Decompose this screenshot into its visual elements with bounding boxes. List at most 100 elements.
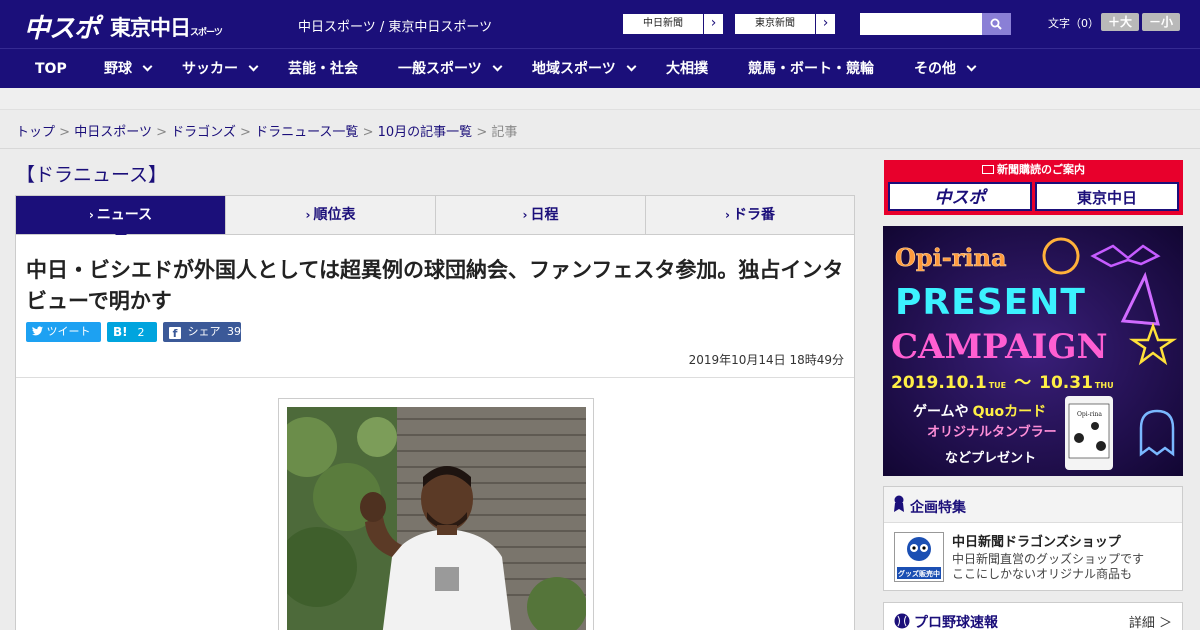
facebook-share-count: 39 bbox=[227, 325, 241, 338]
hatena-bookmark-button[interactable]: B! 2 bbox=[107, 322, 157, 342]
tokyo-logo-sub: スポーツ bbox=[190, 28, 223, 38]
ad-period-day1: TUE bbox=[989, 381, 1006, 390]
tweet-label: ツイート bbox=[46, 325, 91, 338]
tab-schedule-label: 日程 bbox=[530, 207, 559, 223]
breadcrumb-news-list[interactable]: ドラニュース一覧 bbox=[255, 125, 358, 140]
scores-detail-link[interactable]: 詳細 ＞ bbox=[1129, 612, 1172, 630]
ad-line-campaign: CAMPAIGN bbox=[891, 327, 1108, 367]
hatena-icon: B! bbox=[113, 325, 128, 339]
twitter-bird-icon bbox=[32, 326, 43, 336]
chevron-right-icon: › bbox=[815, 14, 835, 34]
facebook-icon: f bbox=[169, 327, 181, 340]
subscription-banner[interactable]: 新聞購読のご案内 中スポ 東京中日 bbox=[884, 160, 1183, 215]
breadcrumb-separator: > bbox=[59, 125, 71, 140]
feature-box: 企画特集 グッズ販売中 中日新聞ドラゴンズショップ 中日新聞直営のグッズショップ… bbox=[883, 486, 1183, 591]
tab-news[interactable]: › ニュース bbox=[16, 196, 226, 234]
search-button[interactable] bbox=[982, 13, 1011, 35]
subscribe-chuspo-logo[interactable]: 中スポ bbox=[888, 182, 1032, 211]
tab-schedule[interactable]: › 日程 bbox=[436, 196, 646, 234]
ad-period-start: 2019.10.1 bbox=[891, 373, 987, 393]
section-title: 【ドラニュース】 bbox=[16, 164, 168, 186]
chevron-right-icon: › bbox=[305, 208, 311, 222]
breadcrumb-separator: > bbox=[362, 125, 374, 140]
facebook-share-label: シェア bbox=[187, 325, 221, 338]
dragons-mascot-image: グッズ販売中 bbox=[895, 533, 943, 581]
hatena-count: 2 bbox=[137, 326, 145, 339]
tokyo-shimbun-link[interactable]: 東京新聞 › bbox=[734, 13, 836, 35]
article-photo[interactable] bbox=[287, 407, 586, 630]
chevron-right-icon: › bbox=[725, 208, 730, 222]
feature-item-title[interactable]: 中日新聞ドラゴンズショップ bbox=[952, 531, 1121, 550]
chevron-down-icon bbox=[966, 61, 977, 72]
nav-entertainment[interactable]: 芸能・社会 bbox=[288, 49, 358, 89]
breadcrumb-october[interactable]: 10月の記事一覧 bbox=[378, 125, 473, 140]
tokyo-logo-text: 東京中日 bbox=[110, 16, 191, 40]
breadcrumb-chuspo[interactable]: 中日スポーツ bbox=[74, 125, 152, 140]
font-smaller-button[interactable]: －小 bbox=[1142, 13, 1180, 31]
feature-desc-line2: ここにしかないオリジナル商品も bbox=[952, 567, 1133, 581]
header-spacer-band bbox=[0, 88, 1200, 110]
chevron-right-icon: › bbox=[703, 14, 723, 34]
tab-reporter[interactable]: › ドラ番 bbox=[646, 196, 854, 234]
chevron-down-icon bbox=[492, 61, 503, 72]
breadcrumb-dragons[interactable]: ドラゴンズ bbox=[171, 125, 236, 140]
ad-brand: Opi-rina bbox=[895, 243, 1007, 272]
nav-regional-sports-label: 地域スポーツ bbox=[532, 61, 616, 77]
chevron-right-icon: › bbox=[522, 208, 528, 222]
newspaper-icon bbox=[982, 165, 994, 174]
nav-top-label: TOP bbox=[35, 61, 67, 77]
nav-top[interactable]: TOP bbox=[35, 49, 67, 89]
dragons-shop-thumbnail[interactable]: グッズ販売中 bbox=[894, 532, 944, 582]
tokyo-chunichi-logo[interactable]: 東京中日スポーツ bbox=[110, 12, 223, 42]
subscription-title-label: 新聞購読のご案内 bbox=[997, 163, 1085, 176]
nav-other[interactable]: その他 bbox=[914, 49, 977, 89]
campaign-advertisement[interactable]: Opi-rina PRESENT CAMPAIGN 2019.10.1 TUE 〜 1… bbox=[883, 226, 1183, 476]
breadcrumb-separator: > bbox=[476, 125, 488, 140]
facebook-share-button[interactable]: f シェア 39 bbox=[163, 322, 241, 342]
scores-title: プロ野球速報 bbox=[914, 615, 998, 630]
subscribe-tokyo-logo[interactable]: 東京中日 bbox=[1035, 182, 1179, 211]
breadcrumb-separator: > bbox=[240, 125, 251, 140]
nav-general-sports[interactable]: 一般スポーツ bbox=[398, 49, 503, 89]
nav-baseball[interactable]: 野球 bbox=[104, 49, 153, 89]
site-header: 中スポ 東京中日スポーツ 中日スポーツ / 東京中日スポーツ 中日新聞 › 東京… bbox=[0, 0, 1200, 48]
article-body: 中日・ビシエドが外国人としては超異例の球団納会、ファンフェスタ参加。独占インタビ… bbox=[15, 235, 855, 630]
feature-title: 企画特集 bbox=[910, 500, 966, 516]
nav-sumo[interactable]: 大相撲 bbox=[666, 49, 708, 89]
thumb-label: グッズ販売中 bbox=[898, 569, 940, 578]
chunichi-shimbun-link[interactable]: 中日新聞 › bbox=[622, 13, 724, 35]
ad-period-end: 10.31 bbox=[1039, 373, 1093, 393]
breadcrumb-divider bbox=[0, 148, 1200, 149]
tab-standings[interactable]: › 順位表 bbox=[226, 196, 436, 234]
ad-period-day2: THU bbox=[1095, 381, 1114, 390]
article-divider bbox=[16, 377, 854, 378]
font-bigger-button[interactable]: ＋大 bbox=[1101, 13, 1139, 31]
chevron-down-icon bbox=[626, 61, 637, 72]
main-nav: TOP 野球 サッカー 芸能・社会 一般スポーツ 地域スポーツ 大相撲 競馬・ボ… bbox=[0, 48, 1200, 88]
breadcrumb-top[interactable]: トップ bbox=[16, 125, 55, 140]
search-input[interactable] bbox=[860, 13, 982, 35]
ad-period-sep: 〜 bbox=[1014, 373, 1031, 393]
campaign-ad-graphic: Opi-rina PRESENT CAMPAIGN 2019.10.1 TUE 〜 1… bbox=[883, 226, 1183, 476]
baseball-icon bbox=[894, 613, 910, 629]
ad-prize1-b: Quoカード bbox=[973, 404, 1047, 420]
nav-racing[interactable]: 競馬・ボート・競輪 bbox=[748, 49, 874, 89]
tweet-button[interactable]: ツイート bbox=[26, 322, 101, 342]
feature-item-description: 中日新聞直営のグッズショップです ここにしかないオリジナル商品も bbox=[952, 552, 1144, 582]
font-size-label: 文字（0） bbox=[1048, 17, 1099, 30]
search-icon bbox=[990, 18, 1002, 30]
article-photo-frame bbox=[278, 398, 594, 630]
chuspo-logo[interactable]: 中スポ bbox=[24, 8, 100, 45]
nav-regional-sports[interactable]: 地域スポーツ bbox=[532, 49, 637, 89]
nav-soccer[interactable]: サッカー bbox=[182, 49, 259, 89]
nav-entertainment-label: 芸能・社会 bbox=[288, 61, 358, 77]
section-tabs: › ニュース › 順位表 › 日程 › ドラ番 bbox=[15, 195, 855, 235]
nav-sumo-label: 大相撲 bbox=[666, 61, 708, 77]
tumbler-image: Opi-rina bbox=[1065, 396, 1113, 470]
nav-soccer-label: サッカー bbox=[182, 61, 238, 77]
tumbler-label: Opi-rina bbox=[1077, 411, 1102, 418]
article-headline: 中日・ビシエドが外国人としては超異例の球団納会、ファンフェスタ参加。独占インタビ… bbox=[26, 258, 844, 313]
feature-desc-line1: 中日新聞直営のグッズショップです bbox=[952, 552, 1145, 566]
tab-reporter-label: ドラ番 bbox=[732, 207, 775, 223]
ad-prize3: などプレゼント bbox=[945, 450, 1036, 466]
